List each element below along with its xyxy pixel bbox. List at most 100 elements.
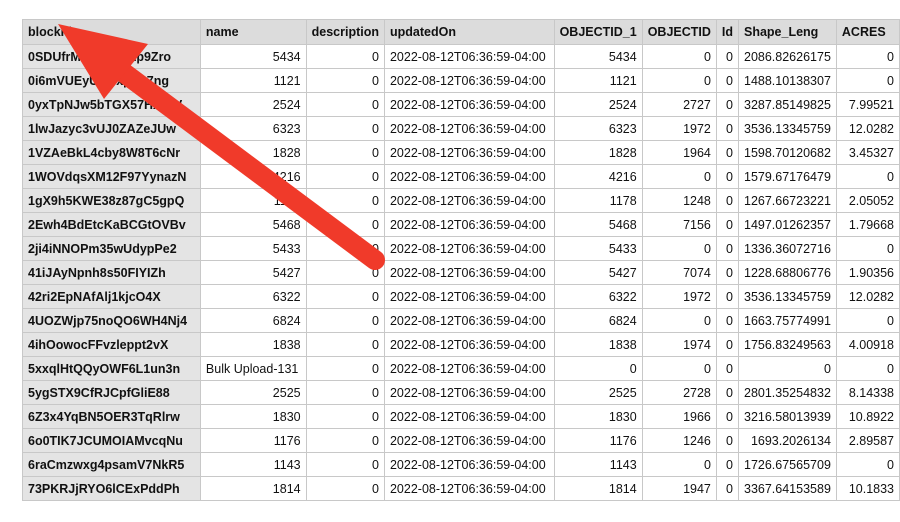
table-cell[interactable]: 2525 <box>553 380 643 405</box>
table-cell[interactable]: 1267.66723221 <box>738 188 837 213</box>
table-cell[interactable]: 0 <box>305 92 385 117</box>
table-cell[interactable]: 42ri2EpNAfAlj1kjcO4X <box>22 284 201 309</box>
table-cell[interactable]: 2022-08-12T06:36:59-04:00 <box>383 404 555 429</box>
table-cell[interactable]: 0 <box>305 284 385 309</box>
table-cell[interactable]: 73PKRJjRYO6lCExPddPh <box>22 476 201 501</box>
table-cell[interactable]: 3.45327 <box>835 140 900 165</box>
table-cell[interactable]: 0 <box>641 68 717 93</box>
table-cell[interactable]: 2022-08-12T06:36:59-04:00 <box>383 428 555 453</box>
table-cell[interactable]: 1lwJazyc3vUJ0ZAZeJUw <box>22 116 201 141</box>
column-header-id[interactable]: Id <box>715 19 740 45</box>
table-cell[interactable]: 4216 <box>553 164 643 189</box>
table-cell[interactable]: 0 <box>715 92 740 117</box>
table-row[interactable]: 41iJAyNpnh8s50FIYIZh 5427 0 2022-08-12T06:3… <box>22 260 900 285</box>
table-cell[interactable]: 8.14338 <box>835 380 900 405</box>
table-cell[interactable]: 6raCmzwxg4psamV7NkR5 <box>22 452 201 477</box>
table-cell[interactable]: 5433 <box>553 236 643 261</box>
table-cell[interactable]: 6323 <box>199 116 307 141</box>
table-row[interactable]: 6o0TIK7JCUMOIAMvcqNu 1176 0 2022-08-12T06:3… <box>22 428 900 453</box>
table-cell[interactable]: 1830 <box>553 404 643 429</box>
table-cell[interactable]: 1121 <box>553 68 643 93</box>
table-cell[interactable]: 3367.64153589 <box>738 476 837 501</box>
table-cell[interactable]: 0 <box>715 188 740 213</box>
table-cell[interactable]: 1828 <box>199 140 307 165</box>
table-cell[interactable]: 1598.70120682 <box>738 140 837 165</box>
table-row[interactable]: 1lwJazyc3vUJ0ZAZeJUw 6323 0 2022-08-12T06:3… <box>22 116 900 141</box>
table-cell[interactable]: 2022-08-12T06:36:59-04:00 <box>383 260 555 285</box>
table-cell[interactable]: 2022-08-12T06:36:59-04:00 <box>383 44 555 69</box>
column-header-name[interactable]: name <box>199 19 307 45</box>
table-cell[interactable]: 0 <box>835 164 900 189</box>
table-cell[interactable]: 6o0TIK7JCUMOIAMvcqNu <box>22 428 201 453</box>
table-cell[interactable]: 3216.58013939 <box>738 404 837 429</box>
table-cell[interactable]: 5xxqlHtQQyOWF6L1un3n <box>22 356 201 381</box>
table-cell[interactable]: 0 <box>305 356 385 381</box>
table-cell[interactable]: 1248 <box>641 188 717 213</box>
table-row[interactable]: 5ygSTX9CfRJCpfGliE88 2525 0 2022-08-12T06:3… <box>22 380 900 405</box>
table-cell[interactable]: 0 <box>738 356 837 381</box>
table-cell[interactable]: 2.89587 <box>835 428 900 453</box>
table-cell[interactable]: 2022-08-12T06:36:59-04:00 <box>383 188 555 213</box>
table-cell[interactable]: 0 <box>715 332 740 357</box>
table-row[interactable]: 42ri2EpNAfAlj1kjcO4X 6322 0 2022-08-12T06:3… <box>22 284 900 309</box>
table-row[interactable]: 4UOZWjp75noQO6WH4Nj4 6824 0 2022-08-12T06:3… <box>22 308 900 333</box>
table-cell[interactable]: 1974 <box>641 332 717 357</box>
table-row[interactable]: 1gX9h5KWE38z87gC5gpQ 1178 0 2022-08-12T06:3… <box>22 188 900 213</box>
table-cell[interactable]: 2022-08-12T06:36:59-04:00 <box>383 140 555 165</box>
table-cell[interactable]: 0 <box>305 332 385 357</box>
table-cell[interactable]: 2727 <box>641 92 717 117</box>
table-cell[interactable]: 3287.85149825 <box>738 92 837 117</box>
table-cell[interactable]: 0 <box>305 140 385 165</box>
table-cell[interactable]: 12.0282 <box>835 116 900 141</box>
table-cell[interactable]: 1246 <box>641 428 717 453</box>
table-cell[interactable]: 5427 <box>553 260 643 285</box>
table-cell[interactable]: 0 <box>835 236 900 261</box>
table-cell[interactable]: 1gX9h5KWE38z87gC5gpQ <box>22 188 201 213</box>
table-cell[interactable]: 7156 <box>641 212 717 237</box>
table-cell[interactable]: 1228.68806776 <box>738 260 837 285</box>
table-cell[interactable]: 2ji4iNNOPm35wUdypPe2 <box>22 236 201 261</box>
table-cell[interactable]: 0 <box>715 164 740 189</box>
table-cell[interactable]: 5468 <box>199 212 307 237</box>
table-cell[interactable]: 5427 <box>199 260 307 285</box>
table-cell[interactable]: 5434 <box>553 44 643 69</box>
table-cell[interactable]: 0 <box>715 212 740 237</box>
table-cell[interactable]: 2022-08-12T06:36:59-04:00 <box>383 236 555 261</box>
table-cell[interactable]: 7074 <box>641 260 717 285</box>
table-row[interactable]: 5xxqlHtQQyOWF6L1un3n Bulk Upload-131 0 2022… <box>22 356 900 381</box>
table-cell[interactable]: 0 <box>715 356 740 381</box>
table-cell[interactable]: 2022-08-12T06:36:59-04:00 <box>383 476 555 501</box>
table-cell[interactable]: 1693.2026134 <box>738 428 837 453</box>
table-cell[interactable]: 41iJAyNpnh8s50FIYIZh <box>22 260 201 285</box>
column-header-objectid[interactable]: OBJECTID <box>641 19 717 45</box>
table-cell[interactable]: 4.00918 <box>835 332 900 357</box>
table-cell[interactable]: 0 <box>305 380 385 405</box>
table-cell[interactable]: 0 <box>305 236 385 261</box>
table-cell[interactable]: 0 <box>715 428 740 453</box>
table-cell[interactable]: 0 <box>715 68 740 93</box>
table-cell[interactable]: 1814 <box>199 476 307 501</box>
table-row[interactable]: 0SDUfrMrW8Np1Ep9Zro 5434 0 2022-08-12T06:36… <box>22 44 900 69</box>
table-cell[interactable]: 0 <box>305 68 385 93</box>
table-cell[interactable]: 2022-08-12T06:36:59-04:00 <box>383 380 555 405</box>
table-cell[interactable]: 1814 <box>553 476 643 501</box>
table-cell[interactable]: 0 <box>305 212 385 237</box>
table-cell[interactable]: 6824 <box>553 308 643 333</box>
table-cell[interactable]: 0 <box>305 404 385 429</box>
table-cell[interactable]: 0 <box>715 452 740 477</box>
table-cell[interactable]: 5ygSTX9CfRJCpfGliE88 <box>22 380 201 405</box>
table-cell[interactable]: 0 <box>641 236 717 261</box>
table-cell[interactable]: 1.79668 <box>835 212 900 237</box>
table-row[interactable]: 6raCmzwxg4psamV7NkR5 1143 0 2022-08-12T06:3… <box>22 452 900 477</box>
table-cell[interactable]: 1176 <box>199 428 307 453</box>
table-cell[interactable]: 2022-08-12T06:36:59-04:00 <box>383 164 555 189</box>
table-cell[interactable]: 1756.83249563 <box>738 332 837 357</box>
table-cell[interactable]: 2728 <box>641 380 717 405</box>
column-header-shape-leng[interactable]: Shape_Leng <box>738 19 837 45</box>
table-row[interactable]: 1VZAeBkL4cby8W8T6cNr 1828 0 2022-08-12T06:3… <box>22 140 900 165</box>
table-cell[interactable]: 1964 <box>641 140 717 165</box>
table-cell[interactable]: 3536.13345759 <box>738 116 837 141</box>
table-row[interactable]: 6Z3x4YqBN5OER3TqRlrw 1830 0 2022-08-12T06:3… <box>22 404 900 429</box>
table-cell[interactable]: 2022-08-12T06:36:59-04:00 <box>383 212 555 237</box>
table-cell[interactable]: 0 <box>305 452 385 477</box>
